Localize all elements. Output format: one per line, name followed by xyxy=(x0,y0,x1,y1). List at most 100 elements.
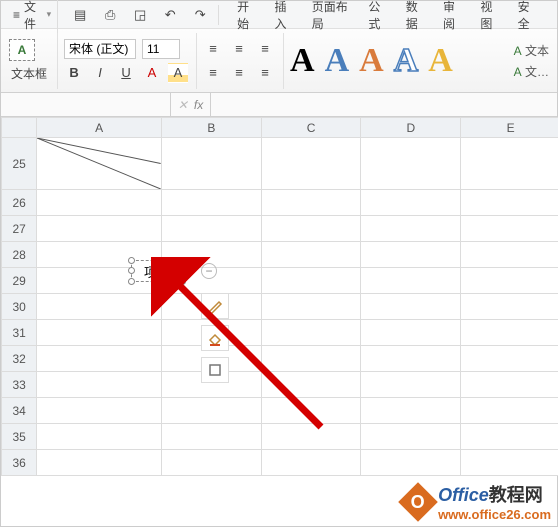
cell[interactable] xyxy=(361,424,461,450)
cell[interactable] xyxy=(37,372,162,398)
highlight-color-button[interactable]: A xyxy=(168,63,188,83)
cell[interactable] xyxy=(37,424,162,450)
text-effects-label[interactable]: A 文本 xyxy=(514,42,549,59)
tab-start[interactable]: 开始 xyxy=(237,0,256,32)
resize-handle-s[interactable] xyxy=(153,278,160,285)
cell[interactable] xyxy=(37,190,162,216)
spreadsheet-grid[interactable]: A B C D E 25 26 27 28 29 30 31 32 33 34 … xyxy=(1,117,558,476)
cell[interactable] xyxy=(361,242,461,268)
cell[interactable] xyxy=(261,268,361,294)
cell[interactable] xyxy=(361,372,461,398)
text-object[interactable]: 项目 xyxy=(131,260,183,282)
fx-button[interactable]: ✕ fx xyxy=(171,93,211,116)
cell[interactable] xyxy=(361,398,461,424)
cell[interactable] xyxy=(461,138,558,190)
row-header-30[interactable]: 30 xyxy=(2,294,37,320)
cell[interactable] xyxy=(161,450,261,476)
align-middle-icon[interactable]: ≡ xyxy=(229,39,249,59)
cell[interactable] xyxy=(37,320,162,346)
cell[interactable] xyxy=(461,190,558,216)
wordart-style-4[interactable]: A xyxy=(394,42,419,80)
col-header-A[interactable]: A xyxy=(37,118,162,138)
cell[interactable] xyxy=(461,424,558,450)
cell[interactable] xyxy=(261,216,361,242)
row-header-35[interactable]: 35 xyxy=(2,424,37,450)
resize-handle-nw[interactable] xyxy=(128,257,135,264)
cell[interactable] xyxy=(361,320,461,346)
row-header-34[interactable]: 34 xyxy=(2,398,37,424)
cell[interactable] xyxy=(461,242,558,268)
cell[interactable] xyxy=(261,372,361,398)
cell[interactable] xyxy=(161,216,261,242)
cell[interactable] xyxy=(261,138,361,190)
row-header-31[interactable]: 31 xyxy=(2,320,37,346)
cell[interactable] xyxy=(361,216,461,242)
delete-object-button[interactable]: − xyxy=(201,263,217,279)
tab-security[interactable]: 安全 xyxy=(518,0,537,32)
cell[interactable] xyxy=(461,216,558,242)
cell[interactable] xyxy=(261,424,361,450)
tab-page-layout[interactable]: 页面布局 xyxy=(312,0,351,32)
row-header-32[interactable]: 32 xyxy=(2,346,37,372)
cell[interactable] xyxy=(461,320,558,346)
cell[interactable] xyxy=(461,294,558,320)
cell[interactable] xyxy=(261,346,361,372)
row-header-36[interactable]: 36 xyxy=(2,450,37,476)
wordart-style-1[interactable]: A xyxy=(290,42,315,80)
col-header-D[interactable]: D xyxy=(361,118,461,138)
shape-shadow-button[interactable] xyxy=(201,357,229,383)
resize-handle-se[interactable] xyxy=(179,278,186,285)
cell-A25[interactable] xyxy=(37,138,162,190)
tab-data[interactable]: 数据 xyxy=(406,0,425,32)
text-effects-label-2[interactable]: A 文… xyxy=(514,63,549,80)
file-menu-button[interactable]: ≡ 文件 ▾ xyxy=(7,0,58,34)
wordart-style-3[interactable]: A xyxy=(359,42,384,80)
wordart-style-2[interactable]: A xyxy=(325,42,350,80)
cell[interactable] xyxy=(461,450,558,476)
cell[interactable] xyxy=(361,450,461,476)
save-icon[interactable]: ▤ xyxy=(70,5,90,25)
font-name-select[interactable] xyxy=(64,39,136,59)
shape-fill-button[interactable] xyxy=(201,325,229,351)
formula-input[interactable] xyxy=(211,93,557,116)
wordart-style-5[interactable]: A xyxy=(428,42,453,80)
cell[interactable] xyxy=(37,450,162,476)
font-color-button[interactable]: A xyxy=(142,63,162,83)
cell[interactable] xyxy=(37,216,162,242)
resize-handle-ne[interactable] xyxy=(179,257,186,264)
row-header-27[interactable]: 27 xyxy=(2,216,37,242)
row-header-29[interactable]: 29 xyxy=(2,268,37,294)
tab-formula[interactable]: 公式 xyxy=(368,0,387,32)
align-bottom-icon[interactable]: ≡ xyxy=(255,39,275,59)
tab-view[interactable]: 视图 xyxy=(480,0,499,32)
cell[interactable] xyxy=(461,268,558,294)
cell[interactable] xyxy=(361,294,461,320)
cell[interactable] xyxy=(161,398,261,424)
font-size-select[interactable] xyxy=(142,39,180,59)
row-header-33[interactable]: 33 xyxy=(2,372,37,398)
cell[interactable] xyxy=(461,372,558,398)
row-header-26[interactable]: 26 xyxy=(2,190,37,216)
cell[interactable] xyxy=(161,138,261,190)
resize-handle-sw[interactable] xyxy=(128,278,135,285)
cell[interactable] xyxy=(261,320,361,346)
align-right-icon[interactable]: ≡ xyxy=(255,63,275,83)
resize-handle-e[interactable] xyxy=(179,267,186,274)
cell[interactable] xyxy=(261,242,361,268)
cell[interactable] xyxy=(261,190,361,216)
tab-review[interactable]: 审阅 xyxy=(443,0,462,32)
cell[interactable] xyxy=(461,398,558,424)
cell[interactable] xyxy=(161,190,261,216)
cell[interactable] xyxy=(261,398,361,424)
underline-button[interactable]: U xyxy=(116,63,136,83)
cell[interactable] xyxy=(37,398,162,424)
row-header-28[interactable]: 28 xyxy=(2,242,37,268)
textbox-button-label[interactable]: 文本框 xyxy=(9,65,49,82)
cell[interactable] xyxy=(361,190,461,216)
textbox-icon[interactable]: A xyxy=(9,39,35,61)
shape-outline-button[interactable] xyxy=(201,293,229,319)
cell[interactable] xyxy=(261,294,361,320)
print-preview-icon[interactable]: ◲ xyxy=(130,5,150,25)
undo-icon[interactable]: ↶ xyxy=(160,5,180,25)
redo-icon[interactable]: ↷ xyxy=(190,5,210,25)
